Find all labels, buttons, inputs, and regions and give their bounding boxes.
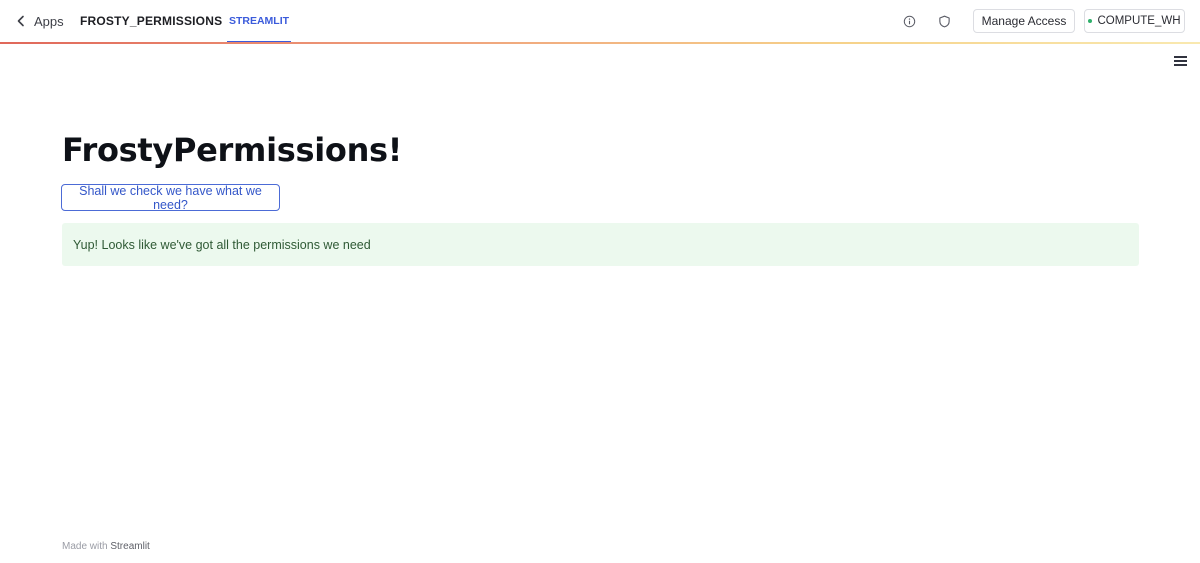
warehouse-selector[interactable]: COMPUTE_WH — [1084, 9, 1185, 33]
warehouse-status-dot — [1088, 19, 1093, 23]
page-title: FrostyPermissions! — [62, 131, 403, 169]
footer-brand-link[interactable]: Streamlit — [110, 541, 149, 552]
back-label: Apps — [34, 13, 64, 29]
info-icon — [903, 15, 915, 27]
top-bar: Apps FROSTY_PERMISSIONS STREAMLIT Manage… — [0, 0, 1200, 44]
success-message: Yup! Looks like we've got all the permis… — [73, 237, 371, 252]
info-button[interactable] — [899, 11, 919, 31]
back-to-apps-link[interactable]: Apps — [14, 10, 64, 32]
topbar-gradient-divider — [0, 42, 1200, 44]
footer: Made with Streamlit — [62, 541, 150, 552]
success-alert: Yup! Looks like we've got all the permis… — [62, 223, 1139, 266]
hamburger-menu-icon[interactable] — [1174, 54, 1190, 68]
app-name: FROSTY_PERMISSIONS — [80, 14, 223, 28]
chevron-left-icon — [17, 15, 24, 27]
shield-icon — [938, 15, 950, 27]
warehouse-label: COMPUTE_WH — [1097, 15, 1181, 27]
check-permissions-button[interactable]: Shall we check we have what we need? — [61, 184, 280, 212]
footer-made-with: Made with — [62, 541, 108, 552]
manage-access-button[interactable]: Manage Access — [973, 9, 1075, 33]
shield-button[interactable] — [934, 11, 954, 31]
tab-streamlit[interactable]: STREAMLIT — [227, 0, 291, 43]
